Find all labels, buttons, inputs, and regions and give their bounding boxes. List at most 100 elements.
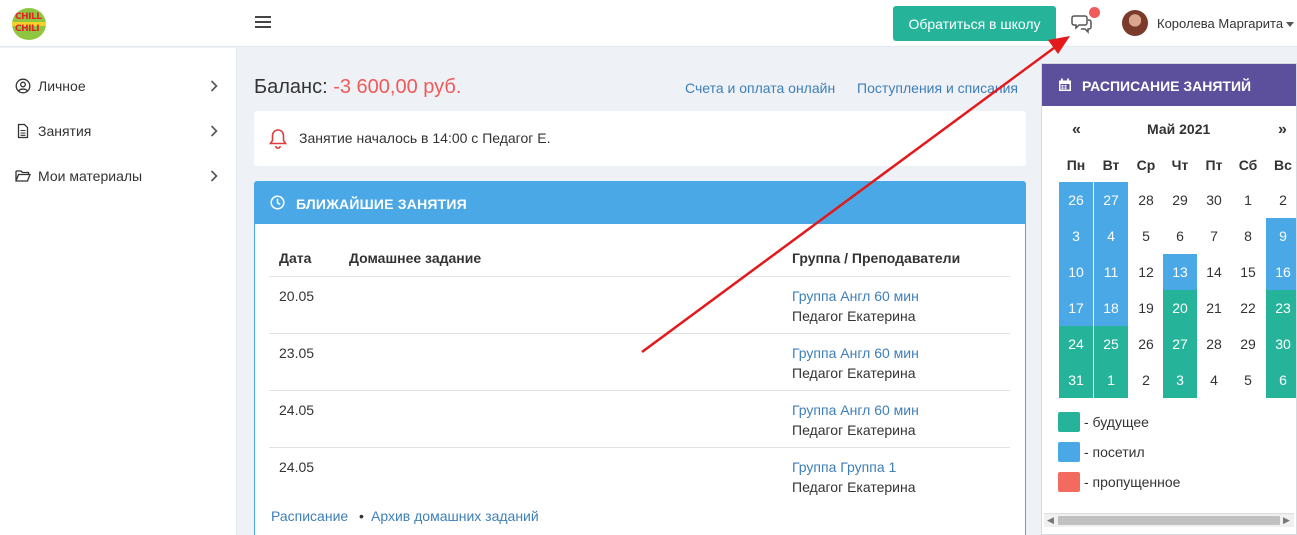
column-header-homework: Домашнее задание	[349, 250, 482, 266]
calendar-day[interactable]: 31	[1059, 362, 1093, 398]
calendar-day[interactable]: 2	[1266, 182, 1296, 218]
calendar-day[interactable]: 7	[1197, 218, 1231, 254]
lesson-group-link[interactable]: Группа Англ 60 мин	[792, 288, 919, 304]
calendar-day[interactable]: 11	[1094, 254, 1128, 290]
calendar-day[interactable]: 30	[1266, 326, 1296, 362]
lesson-teacher: Педагог Екатерина	[792, 422, 916, 438]
calendar-day[interactable]: 18	[1094, 290, 1128, 326]
folder-open-icon	[15, 170, 31, 182]
menu-toggle-icon[interactable]	[255, 15, 271, 29]
scroll-left-icon[interactable]: ◀	[1047, 515, 1054, 526]
logo-text-line2: CHILI	[15, 24, 40, 34]
balance-amount: -3 600,00 руб.	[333, 76, 462, 98]
calendar-day[interactable]: 29	[1163, 182, 1197, 218]
sidebar-item-label: Занятия	[38, 123, 92, 139]
legend-future: - будущее	[1084, 414, 1149, 430]
school-logo[interactable]: CHILL CHILI	[12, 8, 46, 40]
legend-visited: - посетил	[1084, 444, 1145, 460]
scrollbar-thumb[interactable]	[1058, 516, 1280, 525]
calendar-day[interactable]: 29	[1231, 326, 1265, 362]
lesson-date: 23.05	[279, 345, 315, 361]
lesson-teacher: Педагог Екатерина	[792, 308, 916, 324]
lesson-teacher: Педагог Екатерина	[792, 479, 916, 495]
calendar-day[interactable]: 21	[1197, 290, 1231, 326]
lesson-group-link[interactable]: Группа Англ 60 мин	[792, 402, 919, 418]
calendar-day[interactable]: 25	[1094, 326, 1128, 362]
row-divider	[269, 447, 1010, 448]
sidebar-item-label: Мои материалы	[38, 168, 143, 184]
calendar-day[interactable]: 3	[1163, 362, 1197, 398]
top-bar: CHILL CHILI Обратиться в школу Королева …	[0, 0, 1297, 47]
next-month-button[interactable]: »	[1278, 121, 1287, 139]
calendar-day[interactable]: 6	[1163, 218, 1197, 254]
calendar-day[interactable]: 4	[1197, 362, 1231, 398]
calendar-day[interactable]: 26	[1129, 326, 1163, 362]
notification-dot	[1089, 7, 1100, 18]
calendar-day[interactable]: 10	[1059, 254, 1093, 290]
calendar-day[interactable]: 8	[1231, 218, 1265, 254]
calendar-day[interactable]: 13	[1163, 254, 1197, 290]
alert-text: Занятие началось в 14:00 с Педагог Е.	[299, 130, 551, 146]
schedule-calendar: РАСПИСАНИЕ ЗАНЯТИЙ « Май 2021 » Пн Вт Ср Чт…	[1041, 63, 1297, 535]
column-header-date: Дата	[279, 250, 312, 266]
calendar-day[interactable]: 17	[1059, 290, 1093, 326]
calendar-day[interactable]: 16	[1266, 254, 1296, 290]
calendar-day[interactable]: 22	[1231, 290, 1265, 326]
calendar-day[interactable]: 5	[1231, 362, 1265, 398]
balance: Баланс: -3 600,00 руб.	[254, 76, 461, 99]
contact-school-button[interactable]: Обратиться в школу	[893, 6, 1056, 41]
panel-title: БЛИЖАЙШИЕ ЗАНЯТИЯ	[296, 196, 467, 212]
clock-icon	[270, 195, 285, 210]
schedule-link[interactable]: Расписание	[271, 508, 348, 524]
calendar-day[interactable]: 2	[1129, 362, 1163, 398]
calendar-day[interactable]: 15	[1231, 254, 1265, 290]
user-avatar[interactable]	[1122, 10, 1148, 36]
calendar-day[interactable]: 30	[1197, 182, 1231, 218]
legend-swatch-missed	[1058, 472, 1080, 492]
user-name[interactable]: Королева Маргарита	[1157, 16, 1283, 31]
sidebar-item-label: Личное	[38, 78, 86, 94]
user-menu-caret-icon[interactable]	[1286, 22, 1294, 27]
balance-label: Баланс:	[254, 76, 328, 98]
calendar-day[interactable]: 6	[1266, 362, 1296, 398]
sidebar-item-lessons[interactable]: Занятия	[0, 111, 237, 151]
horizontal-scrollbar[interactable]: ◀ ▶	[1044, 513, 1294, 527]
calendar-day[interactable]: 19	[1129, 290, 1163, 326]
row-divider	[269, 333, 1010, 334]
calendar-day[interactable]: 23	[1266, 290, 1296, 326]
calendar-day[interactable]: 27	[1163, 326, 1197, 362]
sidebar-item-personal[interactable]: Личное	[0, 66, 237, 106]
footer-separator: •	[359, 508, 364, 524]
calendar-day[interactable]: 1	[1231, 182, 1265, 218]
logo-text-line1: CHILL	[15, 12, 42, 22]
calendar-day[interactable]: 5	[1129, 218, 1163, 254]
weekday-label: Вс	[1274, 157, 1292, 173]
calendar-day[interactable]: 27	[1094, 182, 1128, 218]
calendar-day[interactable]: 20	[1163, 290, 1197, 326]
bell-icon	[269, 129, 287, 149]
legend-swatch-visited	[1058, 442, 1080, 462]
calendar-day[interactable]: 28	[1129, 182, 1163, 218]
scroll-right-icon[interactable]: ▶	[1283, 515, 1290, 526]
calendar-day[interactable]: 24	[1059, 326, 1093, 362]
calendar-day[interactable]: 28	[1197, 326, 1231, 362]
prev-month-button[interactable]: «	[1072, 121, 1081, 139]
sidebar-item-materials[interactable]: Мои материалы	[0, 156, 237, 196]
transactions-link[interactable]: Поступления и списания	[857, 80, 1018, 96]
calendar-day[interactable]: 14	[1197, 254, 1231, 290]
calendar-day[interactable]: 9	[1266, 218, 1296, 254]
calendar-day[interactable]: 12	[1129, 254, 1163, 290]
calendar-day[interactable]: 3	[1059, 218, 1093, 254]
lesson-group-link[interactable]: Группа Англ 60 мин	[792, 345, 919, 361]
weekday-label: Сб	[1238, 157, 1258, 173]
chevron-right-icon	[210, 80, 218, 92]
invoices-link[interactable]: Счета и оплата онлайн	[685, 80, 835, 96]
calendar-day[interactable]: 4	[1094, 218, 1128, 254]
calendar-day[interactable]: 26	[1059, 182, 1093, 218]
weekday-label: Чт	[1171, 157, 1189, 173]
user-circle-icon	[15, 78, 31, 94]
homework-archive-link[interactable]: Архив домашних заданий	[371, 508, 539, 524]
calendar-day[interactable]: 1	[1094, 362, 1128, 398]
lesson-group-link[interactable]: Группа Группа 1	[792, 459, 896, 475]
weekday-label: Пт	[1205, 157, 1223, 173]
